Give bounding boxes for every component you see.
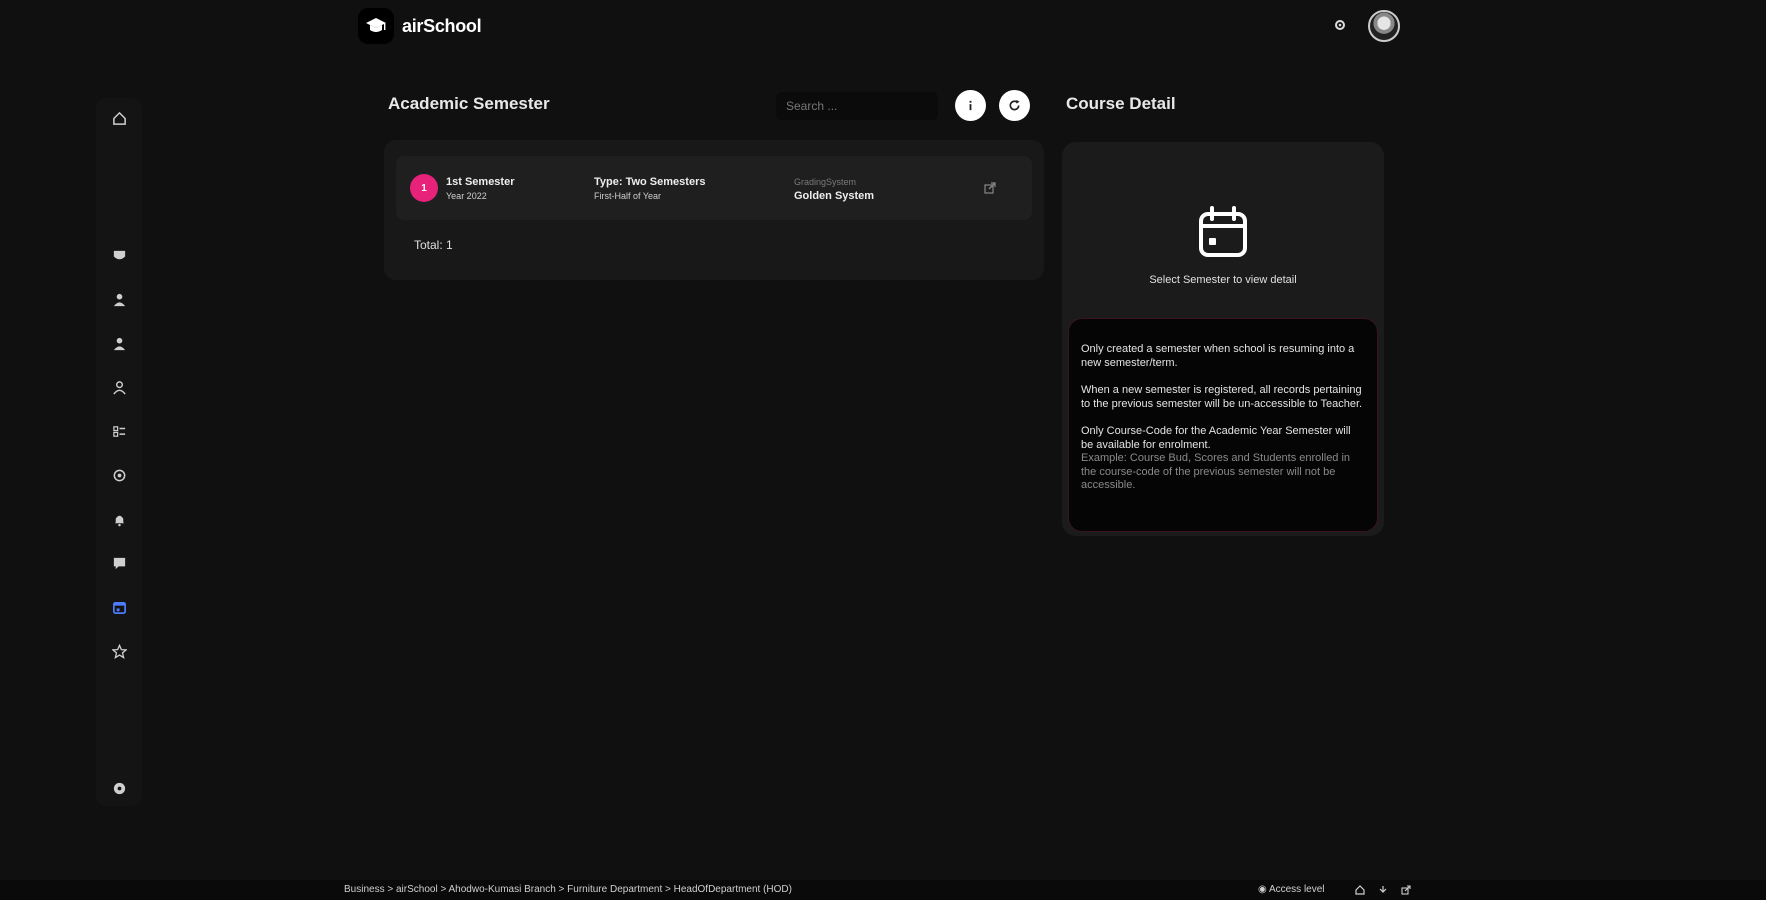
top-bar: airSchool	[0, 0, 1766, 52]
user-outline-icon[interactable]	[96, 375, 142, 399]
user-icon[interactable]	[96, 331, 142, 355]
note-text: Only created a semester when school is r…	[1081, 343, 1355, 369]
access-level[interactable]: ◉ Access level	[1258, 884, 1325, 895]
info-button[interactable]	[955, 90, 986, 121]
home-icon[interactable]	[96, 106, 142, 130]
external-link-icon[interactable]	[1399, 883, 1413, 897]
checklist-icon[interactable]	[96, 419, 142, 443]
edit-icon[interactable]	[982, 180, 998, 196]
semester-year: Year 2022	[446, 191, 487, 201]
shield-icon[interactable]	[96, 243, 142, 267]
semester-row[interactable]: 1 1st Semester Year 2022 Type: Two Semes…	[396, 156, 1032, 220]
note-text: Only Course-Code for the Academic Year S…	[1081, 425, 1351, 451]
app-logo[interactable]: airSchool	[358, 8, 482, 44]
select-semester-hint: Select Semester to view detail	[1149, 274, 1297, 286]
semester-notes: Only created a semester when school is r…	[1068, 318, 1378, 532]
note-text: When a new semester is registered, all r…	[1081, 384, 1363, 410]
calendar-icon	[1199, 206, 1247, 257]
refresh-button[interactable]	[999, 90, 1030, 121]
status-bar: Business > airSchool > Ahodwo-Kumasi Bra…	[0, 880, 1766, 900]
home-icon[interactable]	[1353, 883, 1367, 897]
semester-period: First-Half of Year	[594, 191, 662, 201]
sidebar	[96, 98, 142, 806]
download-icon[interactable]	[1376, 883, 1390, 897]
semester-type: Type: Two Semesters	[594, 176, 706, 188]
total-count: Total: 1	[414, 238, 453, 252]
course-detail-panel: Select Semester to view detail Only crea…	[1062, 142, 1384, 536]
semester-list-panel: 1 1st Semester Year 2022 Type: Two Semes…	[384, 140, 1044, 280]
calendar-icon[interactable]	[96, 595, 142, 619]
badge-icon[interactable]	[96, 463, 142, 487]
search-input[interactable]	[776, 92, 938, 120]
bell-icon[interactable]	[96, 507, 142, 531]
settings-icon[interactable]	[96, 776, 142, 800]
graduation-cap-icon	[358, 8, 394, 44]
page-title: Academic Semester	[388, 94, 550, 113]
settings-gear-icon[interactable]	[1332, 17, 1348, 33]
semester-number-badge: 1	[410, 174, 438, 202]
grading-system-label: GradingSystem	[794, 177, 857, 187]
note-example-text: Example: Course Bud, Scores and Students…	[1081, 452, 1351, 491]
grading-system-value: Golden System	[794, 190, 875, 202]
detail-title: Course Detail	[1066, 94, 1176, 113]
access-level-label: Access level	[1268, 884, 1325, 895]
user-icon[interactable]	[96, 287, 142, 311]
shield-icon: ◉	[1258, 884, 1269, 895]
star-icon[interactable]	[96, 639, 142, 663]
semester-name: 1st Semester	[446, 176, 515, 188]
message-icon[interactable]	[96, 551, 142, 575]
app-name: airSchool	[402, 15, 482, 36]
avatar[interactable]	[1368, 10, 1400, 42]
breadcrumb: Business > airSchool > Ahodwo-Kumasi Bra…	[344, 884, 792, 895]
